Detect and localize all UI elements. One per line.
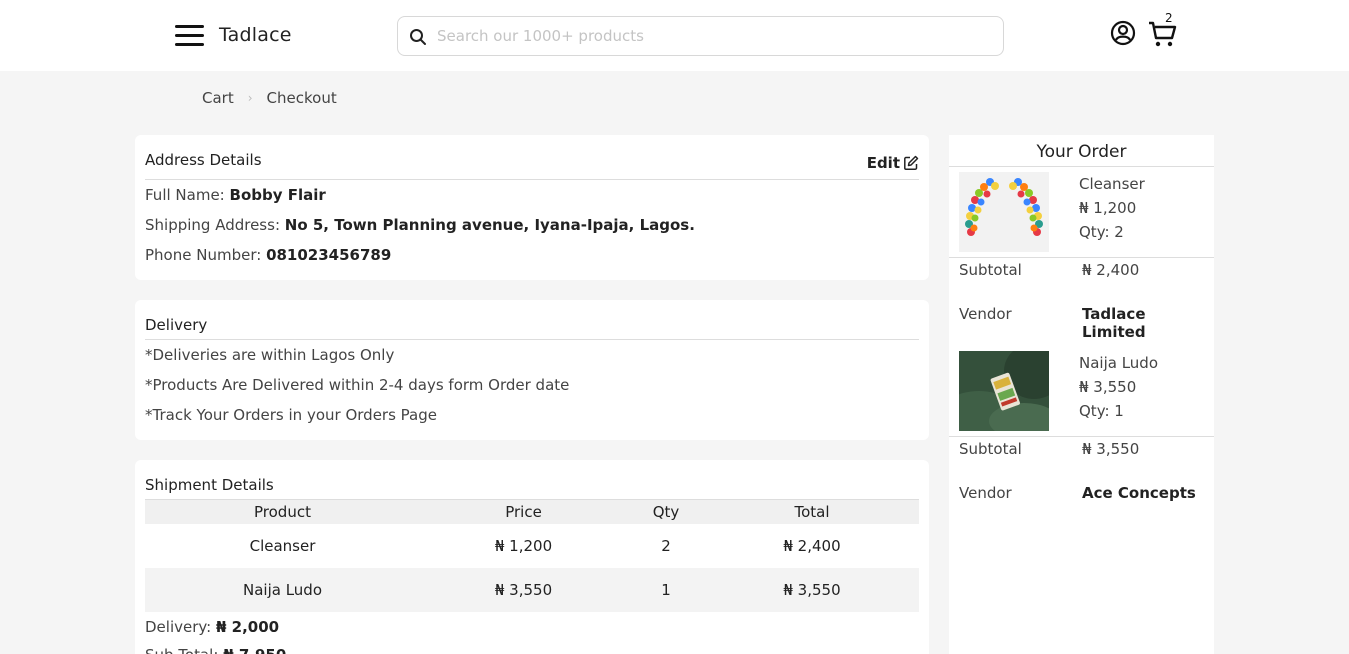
column-header-qty: Qty <box>627 499 705 524</box>
edit-label: Edit <box>866 154 900 172</box>
shipping-address-value: No 5, Town Planning avenue, Iyana-Ipaja,… <box>284 216 695 234</box>
column-header-price: Price <box>420 499 627 524</box>
order-item-price: ₦ 3,550 <box>1079 378 1137 396</box>
column-header-total: Total <box>705 499 919 524</box>
breadcrumb-separator: › <box>247 91 253 105</box>
delivery-title: Delivery <box>145 316 208 334</box>
order-item-subtotal-label: Subtotal <box>959 440 1022 458</box>
delivery-note: *Products Are Delivered within 2-4 days … <box>145 376 570 394</box>
order-item-subtotal: ₦ 2,400 <box>1082 261 1140 279</box>
table-row: Cleanser ₦ 1,200 2 ₦ 2,400 <box>145 524 919 568</box>
edit-icon <box>904 155 919 170</box>
cell-product: Naija Ludo <box>145 567 420 612</box>
order-item-subtotal: ₦ 3,550 <box>1082 440 1140 458</box>
delivery-fee-value: ₦ 2,000 <box>216 618 280 636</box>
address-header: Address Details Edit <box>145 135 919 180</box>
subtotal-label: Sub Total: <box>145 646 218 654</box>
product-image-naija-ludo[interactable] <box>959 351 1049 431</box>
order-item-qty: Qty: 2 <box>1079 223 1124 241</box>
order-item-vendor: Tadlace Limited <box>1082 305 1146 341</box>
divider <box>949 257 1214 258</box>
column-header-product: Product <box>145 499 420 524</box>
search-input[interactable] <box>437 25 987 47</box>
divider <box>949 436 1214 437</box>
shipment-table: Product Price Qty Total Cleanser ₦ 1,200… <box>145 499 919 612</box>
edit-address-button[interactable]: Edit <box>867 154 919 172</box>
cell-total: ₦ 2,400 <box>783 536 841 555</box>
subtotal-row: Sub Total: ₦ 7,950 <box>145 646 286 654</box>
shipping-address-row: Shipping Address: No 5, Town Planning av… <box>145 210 919 240</box>
delivery-card: Delivery *Deliveries are within Lagos On… <box>135 300 929 440</box>
cell-price: ₦ 1,200 <box>494 536 553 555</box>
cell-qty: 2 <box>661 536 671 555</box>
order-item-vendor: Ace Concepts <box>1082 484 1196 502</box>
subtotal-value: ₦ 7,950 <box>223 646 286 654</box>
breadcrumb-checkout: Checkout <box>266 89 337 107</box>
delivery-fee-row: Delivery: ₦ 2,000 <box>145 618 279 636</box>
breadcrumb-cart[interactable]: Cart <box>202 89 234 107</box>
order-item-vendor-label: Vendor <box>959 484 1012 502</box>
phone-number-row: Phone Number: 081023456789 <box>145 240 919 270</box>
order-item-name[interactable]: Cleanser <box>1079 175 1145 193</box>
full-name-row: Full Name: Bobby Flair <box>145 180 919 210</box>
your-order-panel: Your Order Cleanser ₦ 1,200 Qty: 2 Subto… <box>949 135 1214 654</box>
address-title: Address Details <box>145 151 262 169</box>
product-image-cleanser[interactable] <box>959 172 1049 252</box>
cell-qty: 1 <box>627 567 705 612</box>
brand-logo[interactable]: Tadlace <box>219 24 292 46</box>
full-name-label: Full Name: <box>145 186 225 204</box>
cart-icon[interactable] <box>1148 20 1178 52</box>
breadcrumb: Cart › Checkout <box>202 89 337 107</box>
shipment-details-card: Shipment Details Product Price Qty Total… <box>135 460 929 654</box>
order-title: Your Order <box>949 135 1214 167</box>
search-icon <box>410 29 426 45</box>
order-item-vendor-label: Vendor <box>959 305 1012 323</box>
order-item-name[interactable]: Naija Ludo <box>1079 354 1158 372</box>
shipment-title: Shipment Details <box>145 476 274 494</box>
order-item-qty: Qty: 1 <box>1079 402 1124 420</box>
order-item-subtotal-label: Subtotal <box>959 261 1022 279</box>
table-header-row: Product Price Qty Total <box>145 499 919 524</box>
shipping-address-label: Shipping Address: <box>145 216 280 234</box>
cell-product: Cleanser <box>249 536 316 555</box>
cell-price: ₦ 3,550 <box>420 567 627 612</box>
menu-icon[interactable] <box>175 25 204 47</box>
delivery-note: *Track Your Orders in your Orders Page <box>145 406 437 424</box>
order-item-price: ₦ 1,200 <box>1079 199 1137 217</box>
phone-number-value: 081023456789 <box>266 246 392 264</box>
cell-total: ₦ 3,550 <box>705 567 919 612</box>
delivery-fee-label: Delivery: <box>145 618 212 636</box>
top-bar: Tadlace 2 <box>0 0 1349 71</box>
search-bar[interactable] <box>397 16 1004 56</box>
table-row: Naija Ludo ₦ 3,550 1 ₦ 3,550 <box>145 567 919 612</box>
cart-count-badge: 2 <box>1165 11 1173 25</box>
delivery-header: Delivery <box>145 300 919 340</box>
phone-number-label: Phone Number: <box>145 246 262 264</box>
address-details-card: Address Details Edit Full Name: Bobby Fl… <box>135 135 929 280</box>
full-name-value: Bobby Flair <box>229 186 326 204</box>
delivery-note: *Deliveries are within Lagos Only <box>145 346 395 364</box>
user-icon[interactable] <box>1110 20 1136 50</box>
